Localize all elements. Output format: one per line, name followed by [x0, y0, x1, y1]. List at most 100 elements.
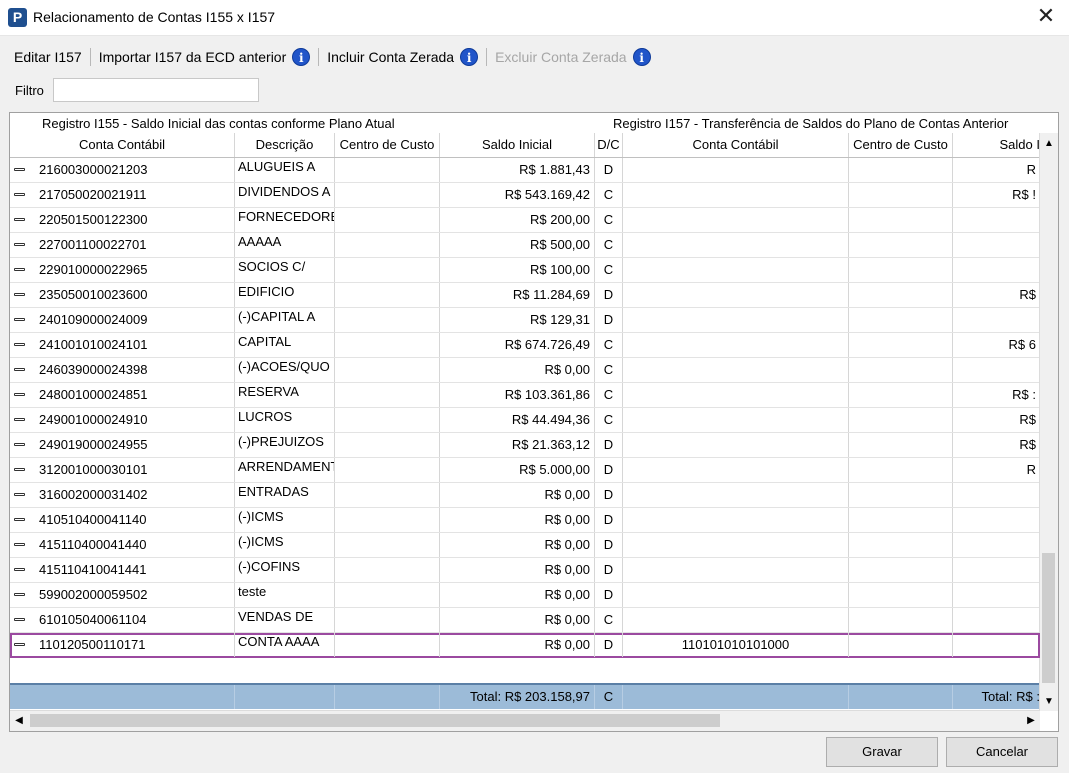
cell-descricao[interactable]: DIVIDENDOS A	[235, 183, 335, 207]
cell-descricao[interactable]: ARRENDAMENT	[235, 458, 335, 482]
cell-conta[interactable]: 227001100022701	[10, 233, 235, 257]
excluir-conta-zerada-button[interactable]: Excluir Conta Zerada	[489, 49, 633, 65]
cell-descricao[interactable]: LUCROS	[235, 408, 335, 432]
cell-saldo-inicial[interactable]: R$ 674.726,49	[440, 333, 595, 357]
collapse-icon[interactable]	[14, 568, 25, 571]
scroll-down-icon[interactable]: ▼	[1040, 693, 1058, 711]
cell-centro-custo-anterior[interactable]	[849, 508, 953, 532]
cell-saldo-inicial[interactable]: R$ 129,31	[440, 308, 595, 332]
collapse-icon[interactable]	[14, 268, 25, 271]
info-icon[interactable]: i	[632, 48, 651, 66]
cell-conta[interactable]: 312001000030101	[10, 458, 235, 482]
table-row[interactable]: 227001100022701 AAAAA R$ 500,00 C	[10, 233, 1040, 258]
cell-dc[interactable]: C	[595, 408, 623, 432]
cell-centro-custo-anterior[interactable]	[849, 433, 953, 457]
cell-descricao[interactable]: (-)ICMS	[235, 533, 335, 557]
vertical-scroll-thumb[interactable]	[1042, 553, 1055, 683]
cell-conta[interactable]: 235050010023600	[10, 283, 235, 307]
collapse-icon[interactable]	[14, 393, 25, 396]
close-button[interactable]: ✕	[1033, 5, 1059, 29]
cell-descricao[interactable]: VENDAS DE	[235, 608, 335, 632]
cell-conta[interactable]: 599002000059502	[10, 583, 235, 607]
cell-centro-custo[interactable]	[335, 508, 440, 532]
cell-saldo-inicial[interactable]: R$ 0,00	[440, 358, 595, 382]
cell-conta[interactable]: 216003000021203	[10, 158, 235, 182]
table-row[interactable]: 110120500110171 CONTA AAAA R$ 0,00 D 1101010…	[10, 633, 1040, 658]
table-row[interactable]: 216003000021203 ALUGUEIS A R$ 1.881,43 D R	[10, 158, 1040, 183]
cell-conta[interactable]: 246039000024398	[10, 358, 235, 382]
cell-centro-custo-anterior[interactable]	[849, 458, 953, 482]
cell-dc[interactable]: D	[595, 583, 623, 607]
cell-centro-custo-anterior[interactable]	[849, 558, 953, 582]
cell-centro-custo[interactable]	[335, 283, 440, 307]
collapse-icon[interactable]	[14, 493, 25, 496]
cell-conta-anterior[interactable]: 110101010101000	[623, 633, 849, 657]
table-row[interactable]: 248001000024851 RESERVA R$ 103.361,86 C R$ :	[10, 383, 1040, 408]
cell-descricao[interactable]: RESERVA	[235, 383, 335, 407]
collapse-icon[interactable]	[14, 518, 25, 521]
cell-dc[interactable]: C	[595, 608, 623, 632]
cell-conta[interactable]: 229010000022965	[10, 258, 235, 282]
table-row[interactable]: 415110400041440 (-)ICMS R$ 0,00 D	[10, 533, 1040, 558]
cell-conta[interactable]: 217050020021911	[10, 183, 235, 207]
collapse-icon[interactable]	[14, 643, 25, 646]
cell-conta[interactable]: 220501500122300	[10, 208, 235, 232]
cell-dc[interactable]: C	[595, 258, 623, 282]
cell-conta-anterior[interactable]	[623, 283, 849, 307]
cell-centro-custo-anterior[interactable]	[849, 233, 953, 257]
collapse-icon[interactable]	[14, 368, 25, 371]
table-row[interactable]: 249001000024910 LUCROS R$ 44.494,36 C R$	[10, 408, 1040, 433]
cell-centro-custo-anterior[interactable]	[849, 483, 953, 507]
table-row[interactable]: 415110410041441 (-)COFINS R$ 0,00 D	[10, 558, 1040, 583]
cell-centro-custo-anterior[interactable]	[849, 183, 953, 207]
cell-saldo-anterior[interactable]	[953, 583, 1040, 607]
collapse-icon[interactable]	[14, 318, 25, 321]
cell-descricao[interactable]: SOCIOS C/	[235, 258, 335, 282]
cell-centro-custo-anterior[interactable]	[849, 258, 953, 282]
table-row[interactable]: 316002000031402 ENTRADAS R$ 0,00 D	[10, 483, 1040, 508]
cell-saldo-anterior[interactable]: R	[953, 458, 1040, 482]
cell-dc[interactable]: C	[595, 208, 623, 232]
cell-conta[interactable]: 316002000031402	[10, 483, 235, 507]
col-header-saldo-inicial[interactable]: Saldo Inicial	[440, 133, 595, 157]
cell-conta[interactable]: 410510400041140	[10, 508, 235, 532]
collapse-icon[interactable]	[14, 543, 25, 546]
collapse-icon[interactable]	[14, 468, 25, 471]
cell-saldo-anterior[interactable]	[953, 508, 1040, 532]
col-header-saldo-anterior[interactable]: Saldo I	[953, 133, 1040, 157]
cell-conta-anterior[interactable]	[623, 333, 849, 357]
cell-centro-custo-anterior[interactable]	[849, 533, 953, 557]
cell-descricao[interactable]: ENTRADAS	[235, 483, 335, 507]
cell-conta-anterior[interactable]	[623, 233, 849, 257]
cell-saldo-anterior[interactable]	[953, 358, 1040, 382]
cell-conta-anterior[interactable]	[623, 358, 849, 382]
collapse-icon[interactable]	[14, 168, 25, 171]
cell-saldo-anterior[interactable]: R$	[953, 408, 1040, 432]
col-header-centro-custo[interactable]: Centro de Custo	[335, 133, 440, 157]
cell-conta-anterior[interactable]	[623, 533, 849, 557]
cell-conta-anterior[interactable]	[623, 183, 849, 207]
cell-saldo-anterior[interactable]	[953, 258, 1040, 282]
cell-descricao[interactable]: (-)ICMS	[235, 508, 335, 532]
col-header-conta[interactable]: Conta Contábil	[10, 133, 235, 157]
cell-descricao[interactable]: (-)ACOES/QUO	[235, 358, 335, 382]
cell-dc[interactable]: C	[595, 183, 623, 207]
cell-centro-custo-anterior[interactable]	[849, 383, 953, 407]
cell-centro-custo-anterior[interactable]	[849, 583, 953, 607]
cell-saldo-inicial[interactable]: R$ 0,00	[440, 583, 595, 607]
cell-centro-custo-anterior[interactable]	[849, 608, 953, 632]
cell-descricao[interactable]: (-)PREJUIZOS	[235, 433, 335, 457]
cell-saldo-inicial[interactable]: R$ 100,00	[440, 258, 595, 282]
cell-centro-custo-anterior[interactable]	[849, 633, 953, 657]
cell-centro-custo[interactable]	[335, 358, 440, 382]
cell-centro-custo-anterior[interactable]	[849, 358, 953, 382]
cell-saldo-inicial[interactable]: R$ 0,00	[440, 608, 595, 632]
cell-saldo-anterior[interactable]	[953, 483, 1040, 507]
cell-conta-anterior[interactable]	[623, 208, 849, 232]
cell-descricao[interactable]: EDIFICIO	[235, 283, 335, 307]
cell-conta[interactable]: 240109000024009	[10, 308, 235, 332]
cell-dc[interactable]: D	[595, 558, 623, 582]
cell-dc[interactable]: D	[595, 508, 623, 532]
cell-dc[interactable]: D	[595, 533, 623, 557]
cell-centro-custo[interactable]	[335, 308, 440, 332]
